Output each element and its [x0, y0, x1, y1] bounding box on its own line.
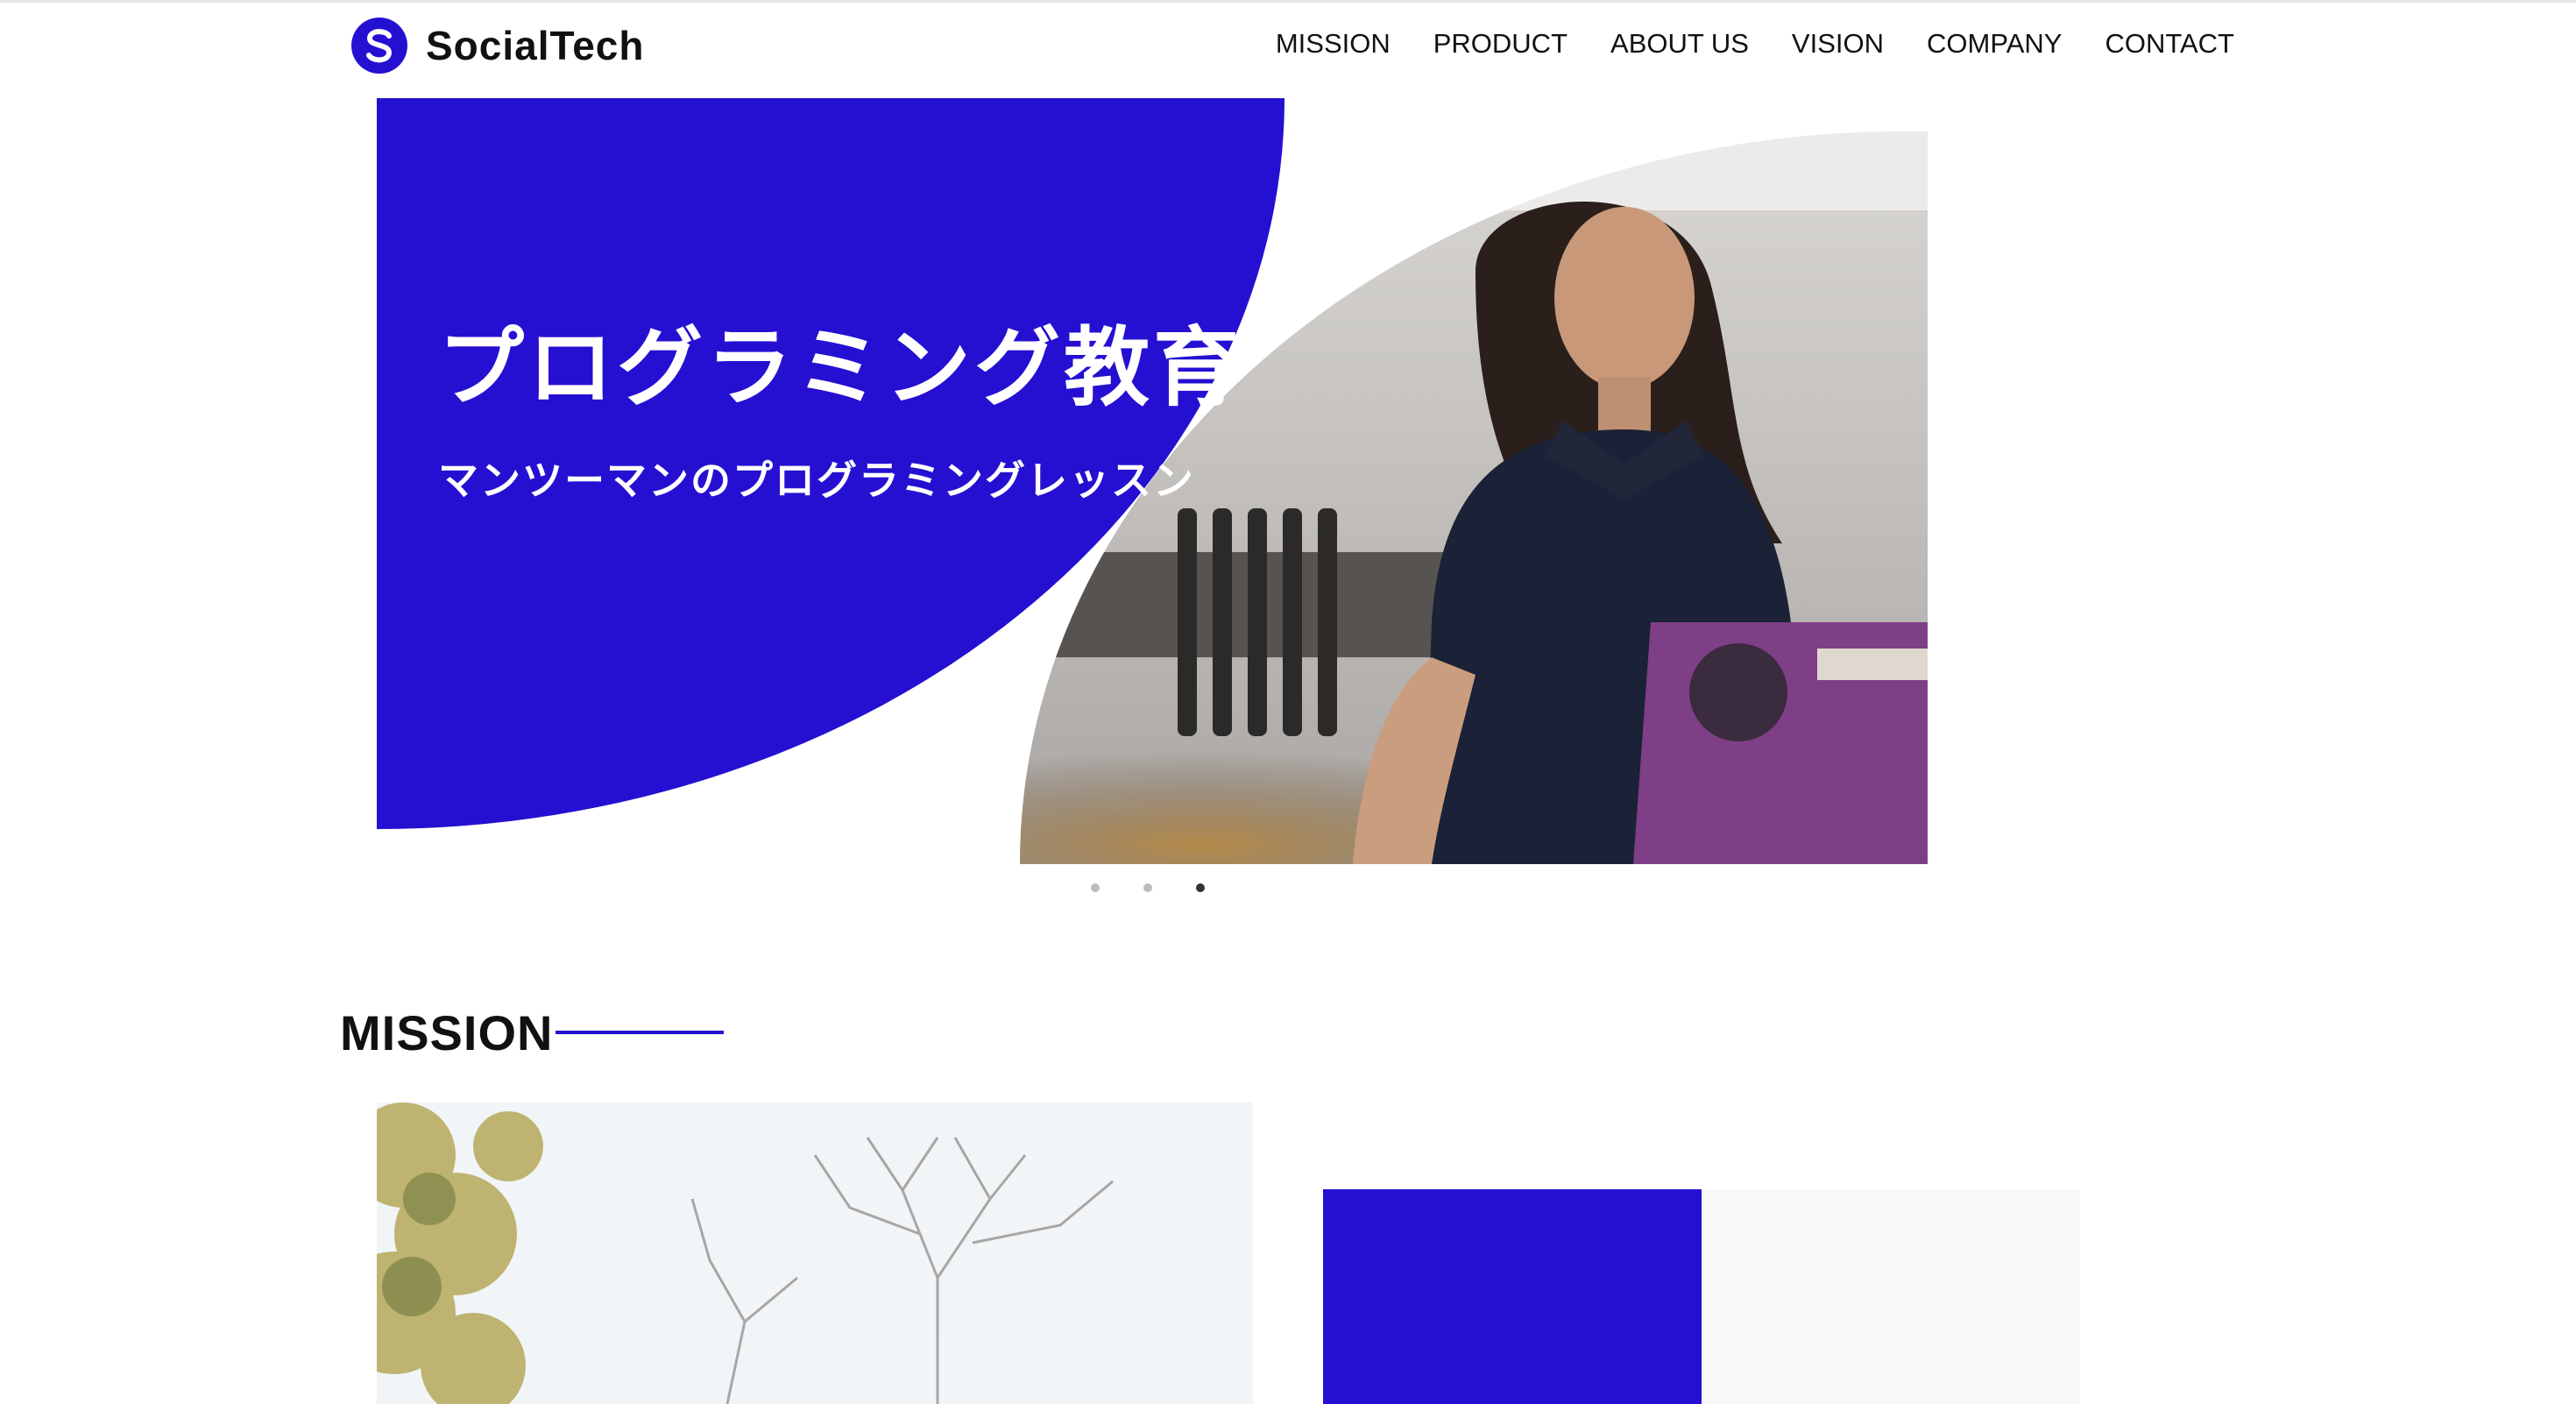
mission-card: [1702, 1189, 2080, 1404]
hero-title: プログラミング教育: [438, 319, 1243, 415]
tree-branches-photo: [377, 1103, 1253, 1404]
slider-dot-3[interactable]: [1196, 883, 1205, 892]
hero-subtitle: マンツーマンのプログラミングレッスン: [438, 457, 1195, 503]
slider-dots: [1091, 883, 1249, 892]
mission-accent-block: [1323, 1189, 1702, 1404]
hero-slider: プログラミング教育 マンツーマンのプログラミングレッスン: [0, 0, 2576, 929]
mission-title-underline: [556, 1031, 724, 1034]
mission-title: MISSION: [340, 1005, 554, 1060]
slider-dot-1[interactable]: [1091, 883, 1100, 892]
slider-dot-2[interactable]: [1143, 883, 1152, 892]
